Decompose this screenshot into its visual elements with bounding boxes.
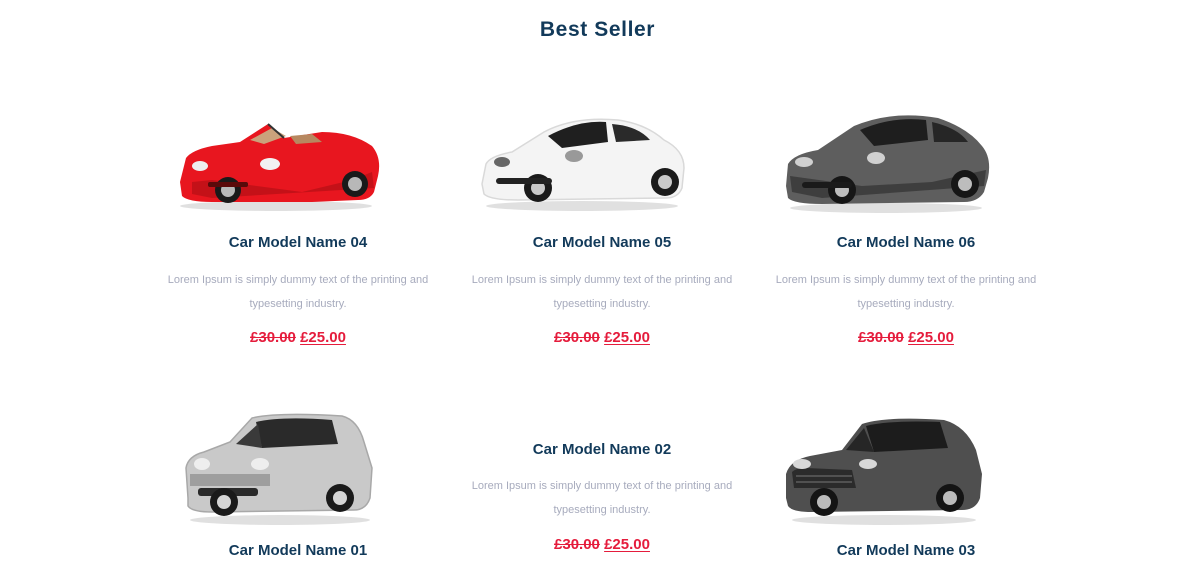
product-card[interactable]: Car Model Name 04 Lorem Ipsum is simply … bbox=[160, 110, 436, 360]
product-name[interactable]: Car Model Name 05 bbox=[464, 234, 740, 251]
old-price[interactable]: £30.00 bbox=[554, 536, 600, 553]
product-name[interactable]: Car Model Name 06 bbox=[768, 234, 1044, 251]
car-image[interactable] bbox=[782, 112, 992, 214]
sale-price[interactable]: £25.00 bbox=[604, 329, 650, 346]
product-card[interactable]: Car Model Name 02 Lorem Ipsum is simply … bbox=[464, 432, 740, 572]
sale-price[interactable]: £25.00 bbox=[300, 329, 346, 346]
product-name[interactable]: Car Model Name 01 bbox=[160, 542, 436, 559]
car-image[interactable] bbox=[182, 412, 374, 526]
old-price[interactable]: £30.00 bbox=[250, 329, 296, 346]
sale-price[interactable]: £25.00 bbox=[604, 536, 650, 553]
old-price[interactable]: £30.00 bbox=[858, 329, 904, 346]
car-image[interactable] bbox=[782, 414, 986, 526]
old-price[interactable]: £30.00 bbox=[554, 329, 600, 346]
sale-price[interactable]: £25.00 bbox=[908, 329, 954, 346]
product-description: Lorem Ipsum is simply dummy text of the … bbox=[775, 274, 1037, 310]
product-price: £30.00 £25.00 bbox=[464, 536, 740, 553]
car-image[interactable] bbox=[172, 110, 382, 215]
product-description: Lorem Ipsum is simply dummy text of the … bbox=[471, 480, 733, 516]
product-description: Lorem Ipsum is simply dummy text of the … bbox=[167, 274, 429, 310]
product-price: £30.00 £25.00 bbox=[464, 329, 740, 346]
car-image[interactable] bbox=[478, 112, 688, 212]
section-title: Best Seller bbox=[539, 18, 656, 41]
product-name[interactable]: Car Model Name 04 bbox=[160, 234, 436, 251]
product-name[interactable]: Car Model Name 03 bbox=[768, 542, 1044, 559]
product-card[interactable]: Car Model Name 03 bbox=[768, 412, 1044, 562]
product-card[interactable]: Car Model Name 01 bbox=[160, 412, 436, 562]
product-card[interactable]: Car Model Name 05 Lorem Ipsum is simply … bbox=[464, 110, 740, 360]
product-description: Lorem Ipsum is simply dummy text of the … bbox=[471, 274, 733, 310]
product-name[interactable]: Car Model Name 02 bbox=[464, 441, 740, 458]
product-price: £30.00 £25.00 bbox=[768, 329, 1044, 346]
product-card[interactable]: Car Model Name 06 Lorem Ipsum is simply … bbox=[768, 110, 1044, 360]
product-price: £30.00 £25.00 bbox=[160, 329, 436, 346]
